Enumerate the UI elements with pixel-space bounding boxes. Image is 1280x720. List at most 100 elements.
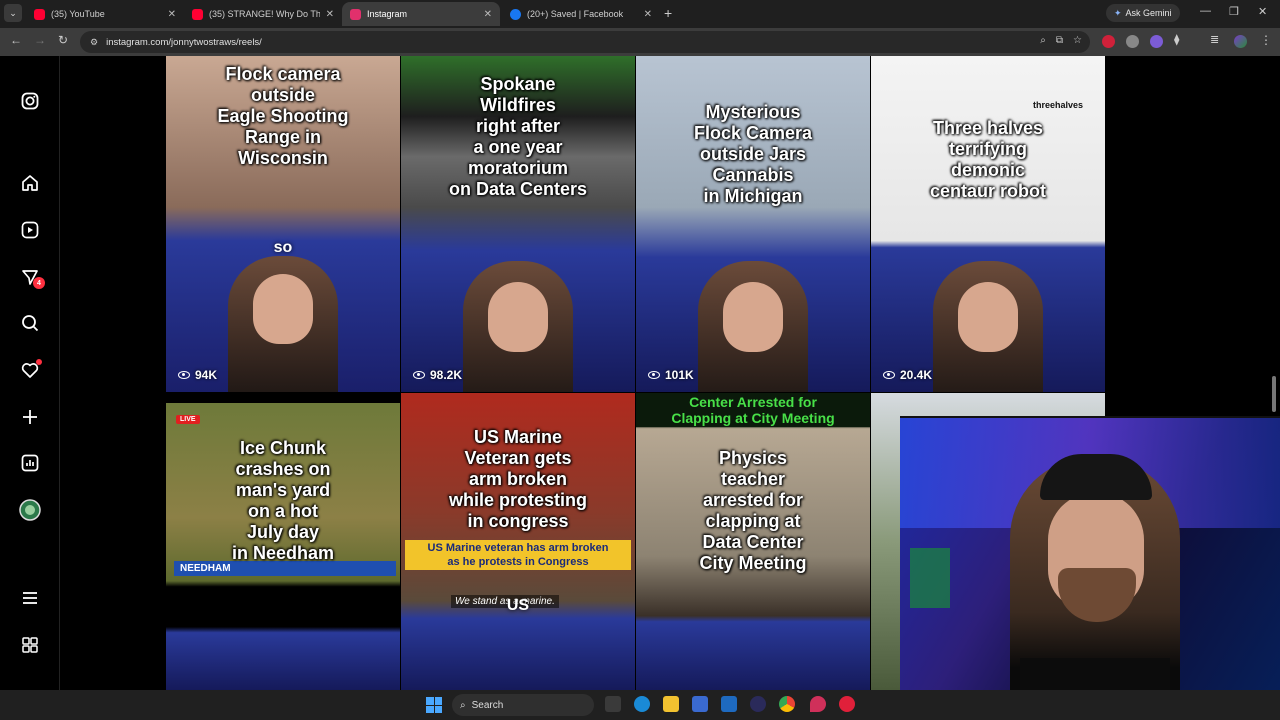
- zoom-icon[interactable]: ⌕: [1040, 35, 1046, 46]
- views-label: 94K: [195, 368, 218, 382]
- browser-toolbar: ← → ↻ ⚙ instagram.com/jonnytwostraws/ree…: [0, 28, 1280, 56]
- address-bar[interactable]: ⚙ instagram.com/jonnytwostraws/reels/ ⌕ …: [80, 31, 1090, 53]
- extension-gray-icon[interactable]: [1126, 35, 1139, 48]
- reel-caption: Spokane Wildfires right after a one year…: [448, 74, 588, 199]
- home-icon[interactable]: [19, 172, 41, 194]
- tab-label: (35) STRANGE! Why Do These W: [209, 9, 320, 19]
- close-tab-icon[interactable]: ✕: [644, 9, 652, 20]
- reels-icon[interactable]: [19, 219, 41, 241]
- views-eye-icon: [883, 371, 895, 379]
- new-tab-plus-icon[interactable]: +: [664, 5, 672, 21]
- edge-icon[interactable]: [634, 696, 650, 712]
- back-arrow-icon[interactable]: ←: [10, 33, 22, 47]
- news-banner: US Marine veteran has arm broken as he p…: [405, 540, 631, 570]
- tab-label: (35) YouTube: [51, 9, 105, 19]
- task-view-icon[interactable]: [605, 696, 621, 712]
- recorder-icon[interactable]: [839, 696, 855, 712]
- windows-start-icon[interactable]: [426, 697, 442, 713]
- news-headline: Center Arrested for Clapping at City Mee…: [636, 393, 870, 427]
- also-from-meta-icon[interactable]: [19, 634, 41, 656]
- views-label: 20.4K: [900, 368, 933, 382]
- file-explorer-icon[interactable]: [663, 696, 679, 712]
- bookmark-star-icon[interactable]: ☆: [1073, 35, 1082, 46]
- tab-youtube[interactable]: (35) YouTube ✕: [26, 2, 184, 26]
- forward-arrow-icon[interactable]: →: [34, 33, 46, 47]
- extension-purple-icon[interactable]: [1150, 35, 1163, 48]
- close-tab-icon[interactable]: ✕: [326, 9, 334, 20]
- gemini-sparkle-icon: ✦: [1114, 7, 1122, 18]
- streamer-face: [958, 282, 1018, 352]
- reel-tile[interactable]: threehalves Three halves terrifying demo…: [871, 56, 1105, 392]
- profile-avatar-icon[interactable]: [1234, 35, 1247, 48]
- youtube-favicon-icon: [192, 8, 203, 20]
- create-plus-icon[interactable]: [19, 406, 41, 428]
- facebook-favicon-icon: [510, 8, 521, 20]
- brand-watermark: threehalves: [1032, 100, 1083, 110]
- reel-caption: Three halves terrifying demonic centaur …: [929, 118, 1046, 201]
- close-window-icon[interactable]: ✕: [1258, 5, 1267, 18]
- taskbar-search[interactable]: ⌕ Search: [452, 694, 594, 716]
- tab-facebook[interactable]: (20+) Saved | Facebook ✕: [502, 2, 660, 26]
- mail-icon[interactable]: [721, 696, 737, 712]
- reel-caption: Physics teacher arrested for clapping at…: [699, 448, 807, 573]
- site-info-icon[interactable]: ⚙: [90, 37, 98, 48]
- reel-tile[interactable]: US Marine Veteran gets arm broken while …: [401, 393, 635, 690]
- browser-tab-strip: ⌄ (35) YouTube ✕ (35) STRANGE! Why Do Th…: [0, 0, 1280, 28]
- profile-avatar-icon[interactable]: [19, 499, 41, 521]
- scrollbar-thumb[interactable]: [1272, 376, 1276, 412]
- close-tab-icon[interactable]: ✕: [484, 9, 492, 20]
- reel-tile[interactable]: Flock camera outside Eagle Shooting Rang…: [166, 56, 400, 392]
- reel-caption: Ice Chunk crashes on man's yard on a hot…: [231, 438, 335, 563]
- ask-gemini-label: Ask Gemini: [1125, 8, 1172, 18]
- reload-icon[interactable]: ↻: [58, 33, 68, 47]
- tab-search-chevron-icon[interactable]: ⌄: [4, 4, 22, 22]
- ask-gemini-button[interactable]: ✦ Ask Gemini: [1106, 4, 1180, 22]
- views-eye-icon: [413, 371, 425, 379]
- reading-list-icon[interactable]: ≣: [1210, 33, 1219, 46]
- instagram-logo-icon[interactable]: [19, 90, 41, 112]
- dashboard-icon[interactable]: [19, 452, 41, 474]
- extension-red-icon[interactable]: [1102, 35, 1115, 48]
- minimize-icon[interactable]: —: [1200, 5, 1211, 17]
- windows-taskbar: ⌕ Search: [0, 690, 1280, 720]
- tab-youtube-video[interactable]: (35) STRANGE! Why Do These W ✕: [184, 2, 342, 26]
- search-icon: ⌕: [460, 699, 466, 711]
- install-app-icon[interactable]: ⧉: [1056, 35, 1063, 46]
- close-tab-icon[interactable]: ✕: [168, 9, 176, 20]
- more-menu-icon[interactable]: [19, 587, 41, 609]
- maps-pin-icon[interactable]: [810, 696, 826, 712]
- reel-view-count: 101K: [648, 368, 694, 382]
- instagram-sidebar: 4: [0, 56, 60, 690]
- tab-label: Instagram: [367, 9, 408, 19]
- messages-badge: 4: [33, 277, 45, 289]
- taskbar-search-label: Search: [471, 699, 504, 711]
- omnibox-actions: ⌕ ⧉ ☆: [1040, 35, 1082, 46]
- notification-dot: [36, 359, 42, 365]
- reel-view-count: 98.2K: [413, 368, 462, 382]
- reel-subtitle: so: [273, 239, 293, 256]
- webcam-overlay: [900, 416, 1280, 720]
- youtube-favicon-icon: [34, 8, 45, 20]
- reel-caption: Flock camera outside Eagle Shooting Rang…: [217, 64, 349, 168]
- reel-tile[interactable]: Spokane Wildfires right after a one year…: [401, 56, 635, 392]
- tab-instagram[interactable]: Instagram ✕: [342, 2, 500, 26]
- extensions-puzzle-icon[interactable]: ⧫: [1174, 33, 1179, 46]
- streamer-face: [253, 274, 313, 344]
- obs-icon[interactable]: [750, 696, 766, 712]
- reel-tile[interactable]: Center Arrested for Clapping at City Mee…: [636, 393, 870, 690]
- instagram-favicon-icon: [350, 8, 361, 20]
- chrome-icon[interactable]: [779, 696, 795, 712]
- reel-subtitle: US: [506, 597, 530, 614]
- views-eye-icon: [178, 371, 190, 379]
- restore-icon[interactable]: ❐: [1229, 5, 1239, 18]
- search-icon[interactable]: [19, 312, 41, 334]
- webcam-green-light: [910, 548, 950, 608]
- reel-tile[interactable]: Mysterious Flock Camera outside Jars Can…: [636, 56, 870, 392]
- tab-label: (20+) Saved | Facebook: [527, 9, 624, 19]
- reel-tile[interactable]: LIVE NEEDHAM Ice Chunk crashes on man's …: [166, 403, 400, 690]
- reel-view-count: 20.4K: [883, 368, 932, 382]
- store-icon[interactable]: [692, 696, 708, 712]
- browser-menu-icon[interactable]: ⋮: [1260, 33, 1272, 47]
- streamer-face: [488, 282, 548, 352]
- views-eye-icon: [648, 371, 660, 379]
